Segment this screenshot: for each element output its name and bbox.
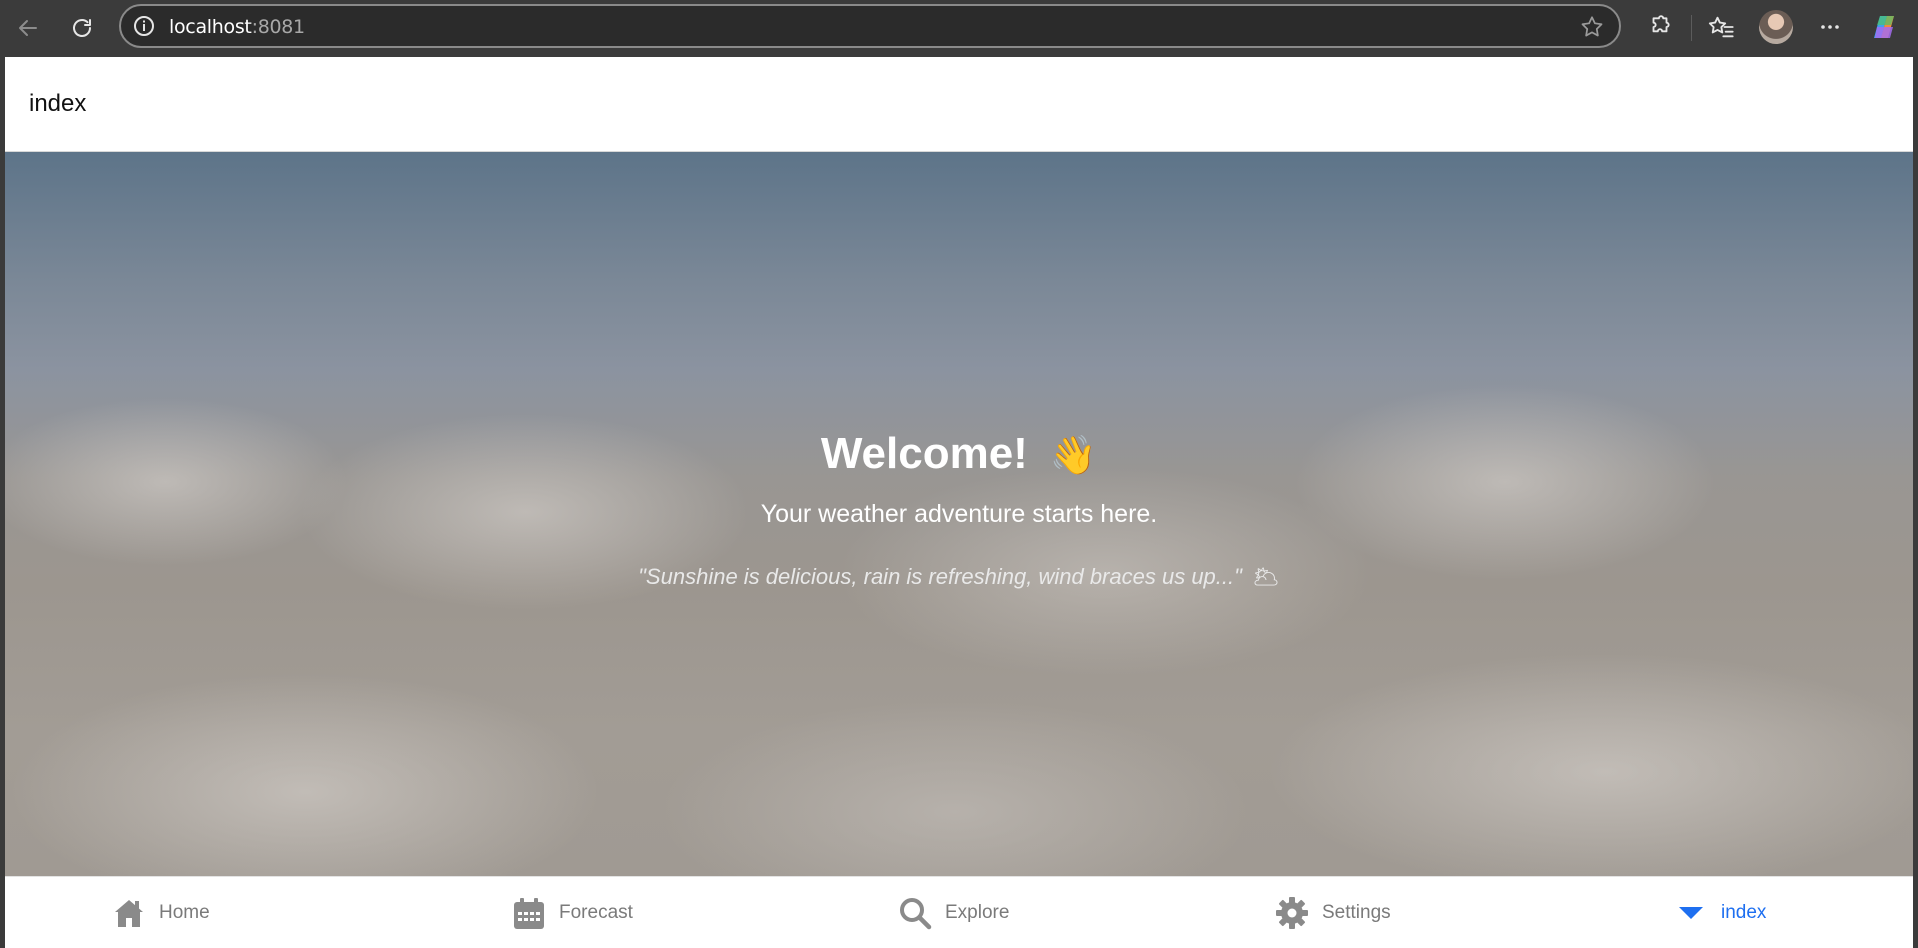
page-title: index	[29, 90, 87, 117]
caret-down-icon	[1673, 895, 1709, 931]
welcome-heading: Welcome! 👋	[5, 429, 1913, 479]
tab-settings[interactable]: Settings	[1274, 877, 1391, 948]
favorites-list-icon	[1708, 16, 1734, 38]
welcome-text: Welcome!	[820, 429, 1028, 478]
extensions-button[interactable]	[1645, 12, 1675, 42]
tab-index[interactable]: index	[1673, 877, 1766, 948]
copilot-icon[interactable]	[1867, 10, 1901, 44]
bottom-tab-bar: Home Forecast Explore Settings index	[5, 876, 1913, 948]
back-arrow-icon	[19, 20, 37, 36]
browser-toolbar: localhost:8081	[0, 0, 1918, 56]
favorite-star-icon[interactable]	[1579, 14, 1605, 40]
reload-icon	[73, 19, 91, 37]
tab-forecast-label: Forecast	[559, 902, 633, 923]
gear-icon	[1274, 895, 1310, 931]
calendar-icon	[511, 895, 547, 931]
toolbar-divider	[1691, 15, 1692, 41]
quote-text: "Sunshine is delicious, rain is refreshi…	[638, 564, 1242, 589]
reload-button[interactable]	[64, 10, 100, 46]
tab-home-label: Home	[159, 902, 210, 923]
more-dots-icon	[1821, 25, 1839, 29]
hero-background: Welcome! 👋 Your weather adventure starts …	[5, 152, 1913, 876]
tab-forecast[interactable]: Forecast	[511, 877, 633, 948]
hero-content: Welcome! 👋 Your weather adventure starts …	[5, 152, 1913, 876]
url-text[interactable]: localhost:8081	[169, 16, 305, 38]
hero-subtitle: Your weather adventure starts here.	[760, 500, 1158, 528]
tab-explore-label: Explore	[945, 902, 1010, 923]
more-menu-button[interactable]	[1815, 12, 1845, 42]
tab-index-label: index	[1721, 902, 1767, 923]
back-button[interactable]	[10, 10, 46, 46]
favorites-button[interactable]	[1706, 12, 1736, 42]
tab-explore[interactable]: Explore	[897, 877, 1009, 948]
address-bar[interactable]: localhost:8081	[119, 4, 1621, 48]
sun-behind-cloud-icon: 🌥	[1251, 564, 1280, 589]
site-info-icon[interactable]	[133, 15, 155, 37]
tab-settings-label: Settings	[1322, 902, 1391, 923]
page-viewport: index Welcome! 👋 Your weather adventure s…	[5, 57, 1913, 948]
profile-avatar[interactable]	[1759, 10, 1793, 44]
search-icon	[897, 895, 933, 931]
weather-quote: "Sunshine is delicious, rain is refreshi…	[5, 564, 1913, 590]
waving-hand-icon: 👋	[1049, 435, 1098, 477]
tab-home[interactable]: Home	[111, 877, 210, 948]
app-header: index	[5, 57, 1913, 152]
home-icon	[111, 895, 147, 931]
puzzle-icon	[1652, 15, 1670, 33]
